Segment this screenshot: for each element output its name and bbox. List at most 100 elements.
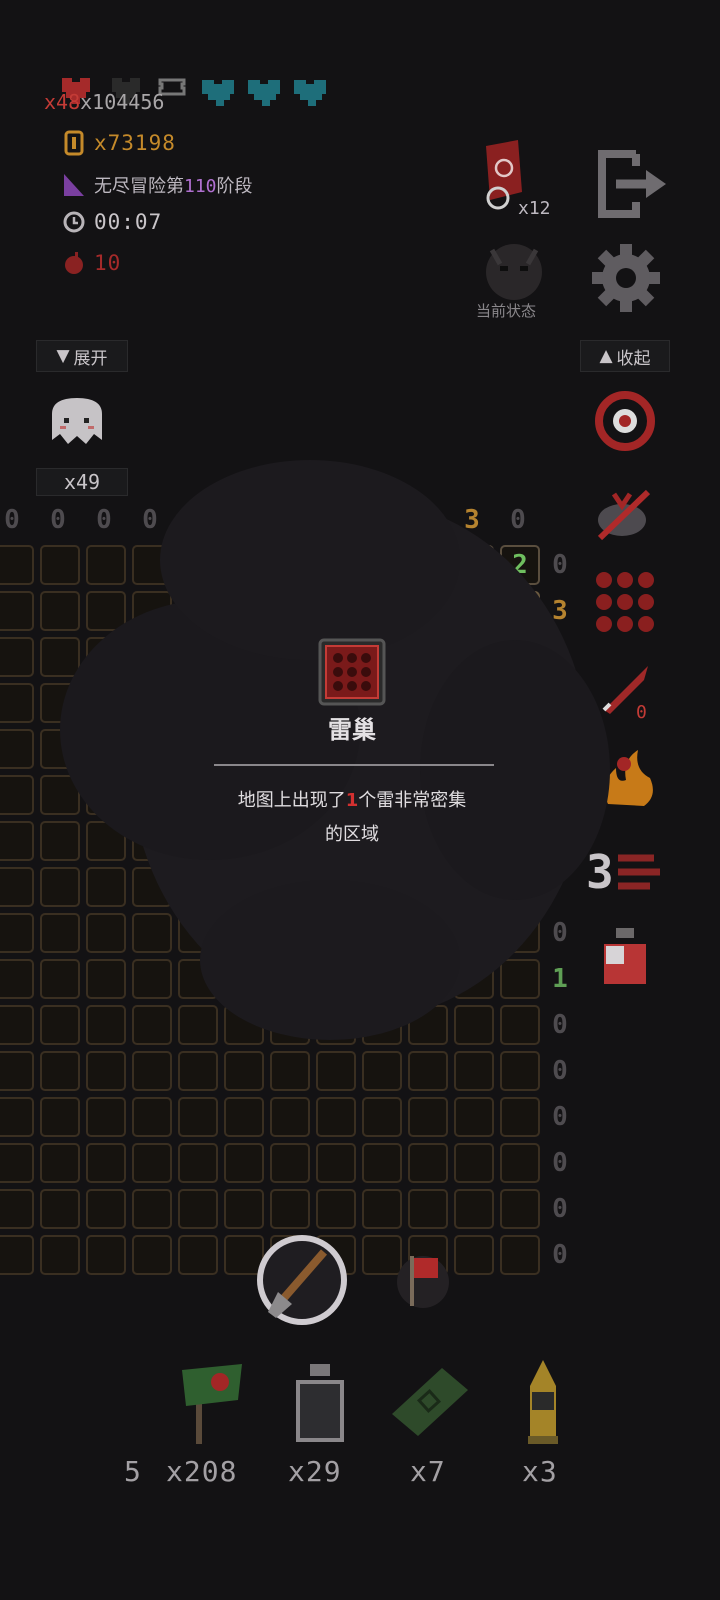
grid-cell[interactable] [40,867,80,907]
exit-icon[interactable] [596,148,672,220]
ticket-icon[interactable] [388,1364,472,1440]
grid-cell[interactable] [0,959,34,999]
grid-cell[interactable] [178,1235,218,1275]
grid-cell[interactable] [224,1189,264,1229]
grid-cell[interactable] [316,1189,356,1229]
grid-cell[interactable] [270,545,310,585]
triple-strike-icon[interactable]: 3 [584,838,664,908]
grid-cell[interactable] [408,959,448,999]
grid-cell[interactable] [316,959,356,999]
grid-cell[interactable] [132,1143,172,1183]
grid-cell[interactable] [454,913,494,953]
potion-bottle-icon[interactable] [288,1360,352,1446]
grid-cell[interactable] [316,1097,356,1137]
grid-cell[interactable] [454,1051,494,1091]
grid-cell[interactable] [132,959,172,999]
grid-cell[interactable] [454,1189,494,1229]
grid-cell[interactable] [362,913,402,953]
grid-cell[interactable] [40,959,80,999]
grid-cell[interactable] [0,1143,34,1183]
grid-cell[interactable] [500,1097,540,1137]
grid-cell[interactable] [316,1143,356,1183]
ghost-icon[interactable] [44,394,110,456]
grid-cell[interactable] [40,821,80,861]
grid-cell[interactable] [132,913,172,953]
grid-cell[interactable] [132,1097,172,1137]
grid-cell[interactable] [362,1097,402,1137]
grid-cell[interactable] [224,1097,264,1137]
grid-cell[interactable] [178,1005,218,1045]
grid-cell[interactable] [224,1051,264,1091]
grid-cell[interactable] [270,1189,310,1229]
grid-cell[interactable] [178,545,218,585]
grid-cell[interactable] [178,1143,218,1183]
grid-cell[interactable] [500,1235,540,1275]
event-popup[interactable]: 雷巢 地图上出现了1个雷非常密集 的区域 [150,620,570,900]
grid-cell[interactable] [0,637,34,677]
grid-cell[interactable]: 3 [362,545,402,585]
grid-cell[interactable] [40,683,80,723]
grid-cell[interactable] [0,545,34,585]
grid-cell[interactable] [86,959,126,999]
grid-cell[interactable] [40,1189,80,1229]
collapse-button[interactable]: ▲ 收起 [580,340,670,372]
grid-cell[interactable] [86,913,126,953]
grid-cell[interactable] [408,1005,448,1045]
grid-cell[interactable] [316,1051,356,1091]
grid-cell[interactable] [0,729,34,769]
grid-cell[interactable] [40,1051,80,1091]
grid-cell[interactable] [0,1235,34,1275]
grid-cell[interactable] [86,1005,126,1045]
grid-cell[interactable] [40,1005,80,1045]
grid-cell[interactable] [408,1097,448,1137]
grid-cell[interactable] [86,729,126,769]
grid-cell[interactable] [0,1005,34,1045]
grid-cell[interactable] [86,821,126,861]
grid-cell[interactable] [224,959,264,999]
grid-cell[interactable] [500,1189,540,1229]
grid-cell[interactable] [86,545,126,585]
grid-cell[interactable] [0,913,34,953]
grid-cell[interactable] [454,959,494,999]
grid-cell[interactable] [178,1189,218,1229]
grid-cell[interactable] [362,959,402,999]
grid-cell[interactable] [270,1005,310,1045]
current-status-button[interactable]: 当前状态 [458,238,568,328]
gear-icon[interactable] [590,242,662,314]
grid-cell[interactable] [500,1051,540,1091]
grid-cell[interactable] [178,1051,218,1091]
grid-cell[interactable] [132,1005,172,1045]
grid-cell[interactable] [0,867,34,907]
expand-button[interactable]: ▼ 展开 [36,340,128,372]
grid-cell[interactable] [0,775,34,815]
grid-cell[interactable] [86,1235,126,1275]
grid-cell[interactable]: 4 [408,545,448,585]
potion-icon[interactable] [592,924,662,994]
grid-cell[interactable] [86,591,126,631]
grid-cell[interactable] [178,1097,218,1137]
grid-cell[interactable] [40,729,80,769]
grid-cell[interactable] [132,1051,172,1091]
grid-cell[interactable]: ? [454,545,494,585]
grid-cell[interactable] [40,1235,80,1275]
grid-cell[interactable] [0,683,34,723]
grid-cell[interactable] [86,867,126,907]
grid-cell[interactable] [362,1189,402,1229]
grid-cell[interactable] [40,1097,80,1137]
grid-cell[interactable] [408,1051,448,1091]
grid-cell[interactable] [86,683,126,723]
grid-cell[interactable] [40,775,80,815]
grid-cell[interactable] [0,1051,34,1091]
grid-cell[interactable] [500,959,540,999]
grid-cell[interactable] [454,1143,494,1183]
grid-cell[interactable] [270,959,310,999]
grid-cell[interactable] [270,1143,310,1183]
fire-bomb-icon[interactable] [594,744,664,814]
grid-cell[interactable] [224,545,264,585]
grid-cell[interactable] [454,1097,494,1137]
grid-cell[interactable] [86,1097,126,1137]
grid-cell[interactable] [362,1143,402,1183]
grid-cell[interactable]: 2 [500,545,540,585]
grid-cell[interactable] [454,1005,494,1045]
grid-cell[interactable] [454,1235,494,1275]
